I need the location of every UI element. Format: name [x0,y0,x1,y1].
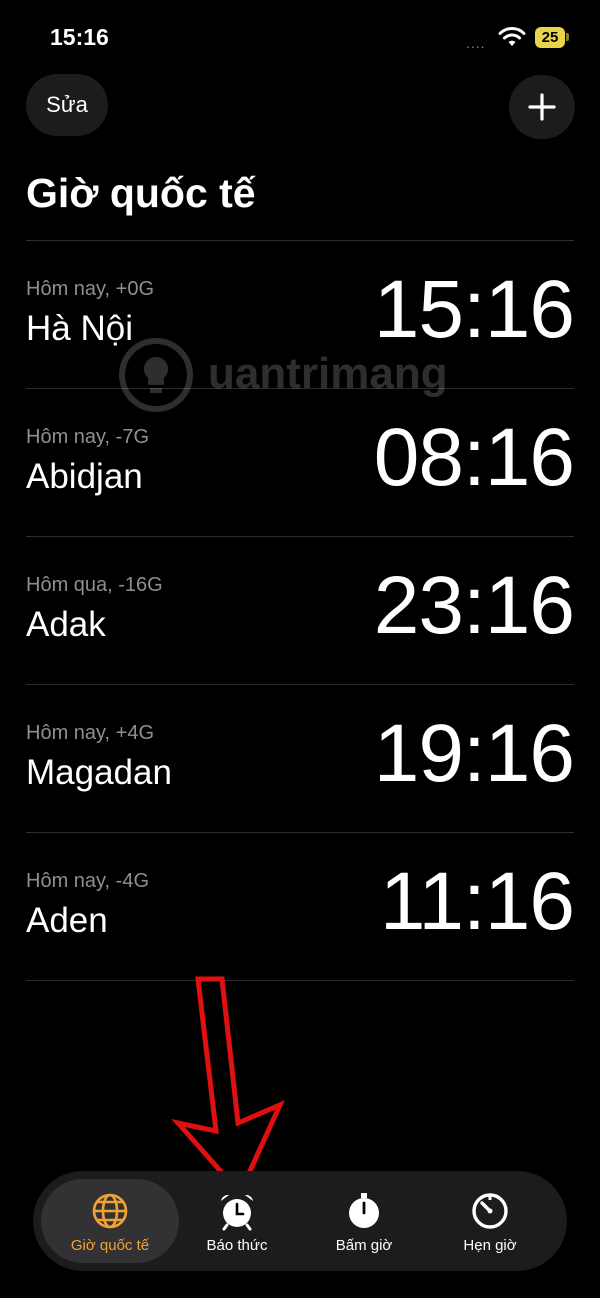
tab-alarm[interactable]: Báo thức [168,1179,306,1263]
tab-bar: Giờ quốc tế Báo thức Bấm giờ Hẹn giờ [33,1171,567,1271]
clock-time: 11:16 [379,856,575,947]
battery-cap [566,33,569,41]
tab-label: Bấm giờ [335,1237,393,1254]
clock-row[interactable]: Hôm qua, -16G Adak 23:16 [26,537,575,685]
clock-offset: Hôm nay, -7G [26,426,149,448]
status-bar: 15:16 .... 25 [0,0,600,70]
clock-offset: Hôm qua, -16G [26,574,163,596]
timer-icon [472,1193,508,1229]
tab-label: Giờ quốc tế [70,1237,150,1254]
clock-offset: Hôm nay, +0G [26,278,155,300]
tab-label: Hẹn giờ [463,1237,517,1254]
status-time: 15:16 [50,24,109,50]
battery-indicator: 25 [535,27,565,48]
clock-city: Abidjan [26,457,143,496]
wifi-icon [498,27,526,46]
page-title: Giờ quốc tế [26,170,256,216]
add-clock-button[interactable] [509,75,575,139]
plus-icon [528,93,556,121]
clock-time: 19:16 [373,708,575,799]
alarm-clock-icon [221,1194,253,1231]
lightbulb-icon [119,338,193,412]
clock-offset: Hôm nay, +4G [26,722,155,744]
annotation-arrow-icon [171,976,285,1198]
stopwatch-icon [349,1193,379,1228]
clock-row[interactable]: Hôm nay, -4G Aden 11:16 [26,833,575,981]
cellular-signal-icon: .... [466,35,486,51]
tab-stopwatch[interactable]: Bấm giờ [295,1179,433,1263]
tab-timer[interactable]: Hẹn giờ [421,1179,559,1263]
clock-row[interactable]: Hôm nay, +4G Magadan 19:16 [26,685,575,833]
clock-time: 08:16 [373,412,575,503]
tab-world-clock[interactable]: Giờ quốc tế [41,1179,179,1263]
clock-city: Magadan [26,753,172,792]
clock-offset: Hôm nay, -4G [26,870,149,892]
watermark-logo: uantrimang [116,335,448,415]
clock-time: 23:16 [373,560,575,651]
globe-icon [92,1193,128,1229]
watermark-text: uantrimang [208,349,448,398]
clock-city: Adak [26,605,106,644]
clock-city: Aden [26,901,108,940]
tab-label: Báo thức [206,1237,268,1254]
edit-button[interactable]: Sửa [26,74,108,136]
